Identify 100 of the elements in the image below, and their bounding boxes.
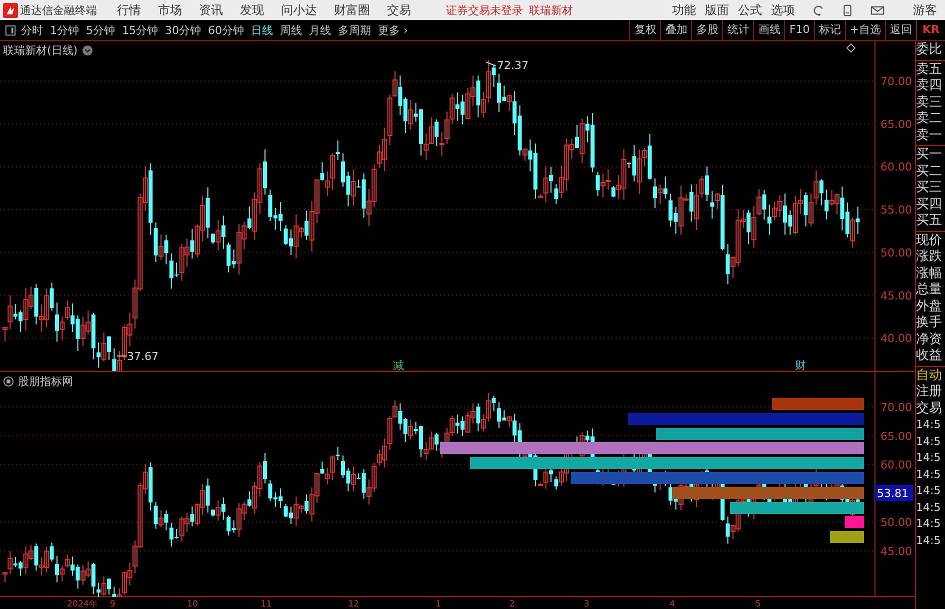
- login-status[interactable]: 证券交易未登录: [446, 2, 523, 18]
- leader-line: [486, 62, 496, 66]
- trade-time: 14:5: [916, 434, 942, 450]
- price-axis-label: 40.00: [880, 332, 912, 346]
- tool-button[interactable]: F10: [784, 20, 814, 40]
- price-axis-label: 50.00: [880, 516, 912, 530]
- dropdown-icon[interactable]: [82, 45, 93, 56]
- trade-time: 14:5: [916, 516, 942, 532]
- tool-button[interactable]: 多股: [691, 20, 722, 40]
- stock-code: KR: [916, 20, 945, 40]
- app-title: 通达信金融终端: [20, 2, 97, 18]
- menu-item[interactable]: 公式: [738, 2, 762, 18]
- tool-button[interactable]: 复权: [629, 20, 660, 40]
- menu-item[interactable]: 发现: [240, 2, 264, 18]
- quote-label: 委比: [916, 42, 943, 58]
- user-name[interactable]: 游客: [913, 2, 937, 18]
- trade-time: 14:5: [916, 450, 942, 466]
- tool-button[interactable]: 返回: [885, 20, 916, 40]
- period-tab[interactable]: 1分钟: [50, 22, 79, 38]
- period-tab[interactable]: 月线: [309, 22, 331, 38]
- refresh-icon[interactable]: [812, 4, 825, 16]
- tool-button[interactable]: 统计: [722, 20, 754, 40]
- price-axis-label: 55.00: [880, 204, 912, 217]
- menu-item[interactable]: 市场: [158, 2, 182, 18]
- price-axis-label: 50.00: [880, 246, 912, 260]
- indicator-title: 股朋指标网: [18, 374, 73, 389]
- trade-time: 14:5: [916, 417, 942, 433]
- menu-item[interactable]: 版面: [705, 2, 729, 18]
- quote-label: 买四: [916, 196, 943, 213]
- event-marker[interactable]: 财: [795, 359, 806, 371]
- quote-label: 交易: [916, 400, 943, 417]
- menu-item[interactable]: 选项: [771, 2, 795, 18]
- period-tab[interactable]: 周线: [280, 22, 302, 38]
- mail-icon[interactable]: [870, 4, 885, 16]
- price-axis-label: 65.00: [880, 430, 912, 443]
- menu-item[interactable]: 问小达: [281, 2, 317, 18]
- price-axis-label: 70.00: [880, 401, 912, 414]
- tool-button[interactable]: 标记: [814, 20, 845, 40]
- tool-button[interactable]: +自选: [844, 20, 885, 40]
- tool-button[interactable]: 叠加: [660, 20, 692, 40]
- diamond-icon[interactable]: [846, 43, 856, 53]
- quote-label: 买五: [916, 213, 943, 230]
- trade-time: 14:5: [916, 483, 942, 499]
- menu-item[interactable]: 交易: [387, 2, 411, 18]
- tool-button[interactable]: 画线: [753, 20, 784, 40]
- date-axis-label: 2024年: [67, 599, 98, 609]
- event-marker[interactable]: 减: [393, 359, 404, 371]
- quote-label: 卖四: [916, 78, 943, 94]
- trade-time: 14:5: [916, 466, 942, 482]
- date-axis-label: 9: [110, 599, 116, 609]
- menu-item[interactable]: 财富圈: [334, 2, 370, 18]
- quote-label: 收益: [916, 348, 943, 364]
- quote-label: 换手: [916, 315, 943, 332]
- trade-time: 14:5: [916, 500, 942, 516]
- period-tab[interactable]: 5分钟: [86, 22, 115, 38]
- period-tab[interactable]: 60分钟: [208, 22, 244, 38]
- period-tab[interactable]: 更多 ›: [378, 22, 408, 38]
- price-axis-label: 65.00: [880, 118, 912, 131]
- trade-time: 14:5: [916, 532, 942, 548]
- menu-item[interactable]: 资讯: [199, 2, 223, 18]
- quote-label: 涨跌: [916, 249, 943, 266]
- menu-item[interactable]: 功能: [672, 2, 696, 18]
- menu-item[interactable]: 行情: [117, 2, 141, 18]
- price-axis-label: 60.00: [880, 160, 912, 174]
- quote-label: 总量: [916, 282, 943, 298]
- panel-toggle-icon[interactable]: [5, 24, 16, 36]
- price-axis-label: 45.00: [880, 545, 912, 558]
- period-tab[interactable]: 15分钟: [122, 22, 158, 38]
- high-price-label: 72.37: [497, 59, 528, 72]
- price-axis-label: 45.00: [880, 289, 912, 302]
- quote-label: 卖一: [916, 128, 943, 144]
- date-axis-label: 12: [348, 599, 360, 609]
- quote-label: 卖二: [916, 111, 943, 128]
- quote-label: 涨幅: [916, 266, 943, 282]
- chart-title: 联瑞新材(日线): [3, 43, 78, 58]
- quote-label: 外盘: [916, 298, 943, 315]
- quote-label: 注册: [916, 384, 943, 400]
- date-axis-label: 1: [436, 599, 442, 609]
- period-tab[interactable]: 日线: [251, 22, 273, 38]
- date-axis-label: 10: [187, 599, 198, 609]
- price-axis-label: 70.00: [880, 75, 912, 88]
- phone-icon[interactable]: [841, 4, 854, 16]
- date-axis-label: 11: [260, 599, 272, 609]
- indicator-icon[interactable]: [3, 376, 14, 387]
- period-tab[interactable]: 分时: [21, 22, 43, 38]
- quote-label: 现价: [916, 232, 943, 249]
- period-tab[interactable]: 30分钟: [165, 22, 201, 38]
- period-tab[interactable]: 多周期: [338, 22, 371, 38]
- quote-label: 卖五: [916, 62, 943, 78]
- stock-name: 联瑞新材: [529, 2, 573, 18]
- quote-label: 净资: [916, 332, 943, 348]
- date-axis-label: 5: [755, 599, 761, 609]
- last-price-badge: 53.81: [875, 485, 913, 501]
- app-logo-icon: [3, 2, 18, 18]
- price-axis-label: 60.00: [880, 458, 912, 472]
- date-axis-label: 2: [509, 599, 515, 609]
- quote-label: 买三: [916, 180, 943, 196]
- quote-label: 卖三: [916, 94, 943, 111]
- date-axis-label: 4: [670, 599, 676, 609]
- auto-mode-label[interactable]: 自动: [916, 368, 945, 384]
